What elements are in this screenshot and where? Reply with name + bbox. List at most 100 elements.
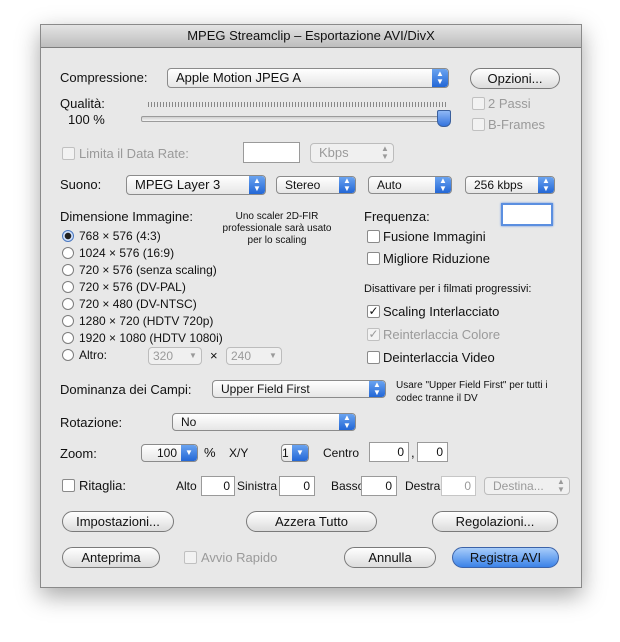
xy-combo[interactable]: 1 ▼	[281, 444, 309, 462]
audio-rate-popup[interactable]: Auto ▲ ▼	[368, 176, 452, 194]
crop-bottom-label: Basso	[331, 479, 365, 493]
audio-label: Suono:	[60, 177, 102, 192]
audio-channels-popup[interactable]: Stereo ▲ ▼	[276, 176, 356, 194]
audio-codec-popup[interactable]: MPEG Layer 3 ▲ ▼	[126, 175, 266, 195]
data-rate-label: Limita il Data Rate:	[79, 146, 189, 161]
save-avi-button[interactable]: Registra AVI	[452, 547, 559, 568]
size-radio-4[interactable]	[62, 298, 74, 310]
size-radio-1[interactable]	[62, 247, 74, 259]
crop-left-field[interactable]: 0	[279, 476, 315, 496]
audio-bitrate-popup[interactable]: 256 kbps ▲ ▼	[465, 176, 555, 194]
center-label: Centro	[323, 446, 360, 460]
chevron-down-icon: ▼	[292, 445, 308, 461]
crop-right-field[interactable]: 0	[441, 476, 476, 496]
size-radio-6[interactable]	[62, 332, 74, 344]
zoom-percent-sign: %	[204, 445, 216, 460]
audio-codec-value: MPEG Layer 3	[135, 177, 221, 192]
reset-all-button[interactable]: Azzera Tutto	[246, 511, 377, 532]
zoom-label: Zoom:	[60, 446, 97, 461]
center-y-field[interactable]: 0	[417, 442, 448, 462]
reinterlace-chroma-checkbox[interactable]: ✓	[367, 328, 380, 341]
quality-slider-thumb[interactable]	[437, 110, 451, 127]
image-size-label: Dimensione Immagine:	[60, 209, 193, 224]
data-rate-field[interactable]	[243, 142, 300, 163]
size-option-label: 720 × 576 (DV-PAL)	[79, 280, 186, 294]
quality-slider-track[interactable]	[141, 116, 451, 122]
checkmark-icon: ✓	[368, 327, 379, 341]
zoom-value: 100	[156, 446, 177, 460]
frequency-field[interactable]	[501, 203, 553, 226]
center-comma: ,	[411, 445, 415, 460]
crop-right-label: Destra	[405, 479, 441, 493]
frame-blending-checkbox[interactable]	[367, 230, 380, 243]
data-rate-unit-value: Kbps	[319, 145, 349, 160]
size-radio-0[interactable]	[62, 230, 74, 242]
field-dominance-value: Upper Field First	[221, 382, 310, 396]
compression-value: Apple Motion JPEG A	[176, 70, 302, 85]
crop-left-label: Sinistra	[237, 479, 278, 493]
popup-arrows-icon: ▲ ▼	[538, 177, 554, 193]
two-pass-checkbox[interactable]	[472, 97, 485, 110]
other-height-value: 240	[231, 349, 252, 363]
crop-destination-value: Destina...	[493, 479, 544, 493]
size-option-label: 1280 × 720 (HDTV 720p)	[79, 314, 214, 328]
rotation-label: Rotazione:	[60, 415, 123, 430]
size-radio-other[interactable]	[62, 349, 74, 361]
popup-arrows-icon: ▲ ▼	[381, 144, 389, 161]
field-dominance-popup[interactable]: Upper Field First ▲ ▼	[212, 380, 386, 398]
better-downscaling-checkbox[interactable]	[367, 252, 380, 265]
chevron-down-icon: ▼	[181, 445, 197, 461]
two-pass-label: 2 Passi	[488, 96, 531, 111]
size-option-label: 1024 × 576 (16:9)	[79, 246, 175, 260]
size-radio-2[interactable]	[62, 264, 74, 276]
deinterlace-video-label: Deinterlaccia Video	[383, 350, 495, 365]
times-symbol: ×	[210, 348, 218, 363]
reinterlace-chroma-label: Reinterlaccia Colore	[383, 327, 501, 342]
popup-arrows-icon: ▲ ▼	[435, 177, 451, 193]
crop-bottom-field[interactable]: 0	[361, 476, 397, 496]
rotation-popup[interactable]: No ▲ ▼	[172, 413, 356, 431]
compression-label: Compressione:	[60, 70, 148, 85]
cancel-button[interactable]: Annulla	[344, 547, 436, 568]
frame-blending-label: Fusione Immagini	[383, 229, 486, 244]
settings-button[interactable]: Impostazioni...	[62, 511, 174, 532]
audio-rate-value: Auto	[377, 178, 402, 192]
quality-label: Qualità:	[60, 96, 105, 111]
xy-value: 1	[282, 446, 289, 460]
bframes-label: B-Frames	[488, 117, 546, 132]
rotation-value: No	[181, 415, 197, 429]
preview-button[interactable]: Anteprima	[62, 547, 160, 568]
other-width-combo[interactable]: 320 ▼	[148, 347, 202, 365]
adjustments-button[interactable]: Regolazioni...	[432, 511, 558, 532]
fast-start-checkbox[interactable]	[184, 551, 197, 564]
other-width-value: 320	[153, 349, 174, 363]
chevron-down-icon: ▼	[269, 351, 277, 360]
field-dominance-label: Dominanza dei Campi:	[60, 382, 192, 397]
crop-checkbox[interactable]	[62, 479, 75, 492]
deinterlace-video-checkbox[interactable]	[367, 351, 380, 364]
zoom-combo[interactable]: 100 ▼	[141, 444, 198, 462]
data-rate-unit-popup[interactable]: Kbps ▲ ▼	[310, 143, 394, 163]
other-height-combo[interactable]: 240 ▼	[226, 347, 282, 365]
size-option-label: 768 × 576 (4:3)	[79, 229, 161, 243]
interlaced-scaling-checkbox[interactable]: ✓	[367, 305, 380, 318]
size-radio-5[interactable]	[62, 315, 74, 327]
data-rate-checkbox[interactable]	[62, 147, 75, 160]
crop-destination-popup[interactable]: Destina... ▲ ▼	[484, 477, 570, 495]
size-radio-3[interactable]	[62, 281, 74, 293]
xy-label: X/Y	[229, 446, 249, 460]
options-button[interactable]: Opzioni...	[470, 68, 560, 89]
popup-arrows-icon: ▲ ▼	[557, 477, 565, 494]
better-downscaling-label: Migliore Riduzione	[383, 251, 490, 266]
size-option-label: 720 × 480 (DV-NTSC)	[79, 297, 197, 311]
center-x-field[interactable]: 0	[369, 442, 409, 462]
compression-popup[interactable]: Apple Motion JPEG A ▲ ▼	[167, 68, 449, 88]
audio-channels-value: Stereo	[285, 178, 321, 192]
interlaced-scaling-label: Scaling Interlacciato	[383, 304, 500, 319]
progressive-note: Disattivare per i filmati progressivi:	[364, 283, 532, 295]
bframes-checkbox[interactable]	[472, 118, 485, 131]
popup-arrows-icon: ▲ ▼	[339, 177, 355, 193]
frequency-label: Frequenza:	[364, 209, 430, 224]
crop-top-label: Alto	[176, 479, 197, 493]
crop-top-field[interactable]: 0	[201, 476, 235, 496]
